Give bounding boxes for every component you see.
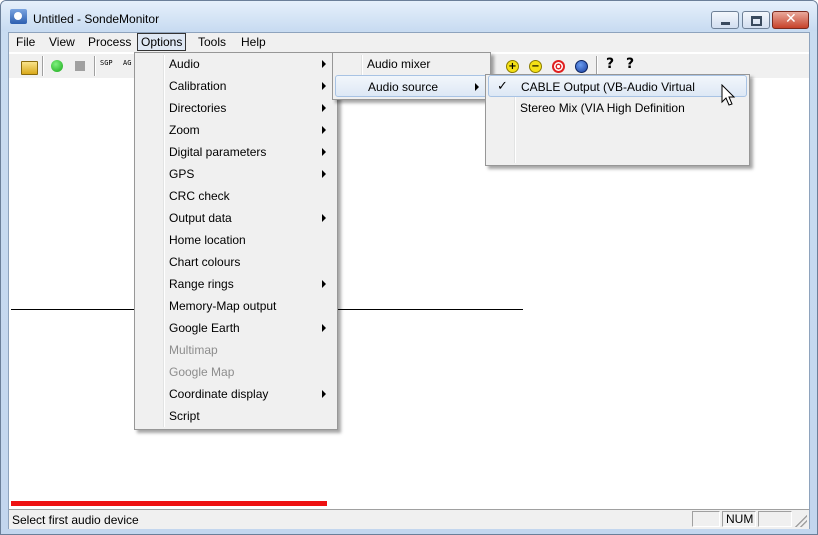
help-icon[interactable]: ? [606,56,622,72]
menu-view[interactable]: View [46,34,78,50]
options-menu: Audio Calibration Directories Zoom Digit… [134,52,338,430]
submenu-arrow-icon [322,148,326,156]
status-pane-caps [692,511,720,527]
menu-options[interactable]: Options [137,33,187,51]
signal-level-bar [11,501,327,506]
menu-item-label: Google Earth [169,321,240,335]
menu-help[interactable]: Help [238,34,269,50]
menu-item-directories[interactable]: Directories [137,97,335,119]
status-text: Select first audio device [12,513,139,527]
menu-item-label: Home location [169,233,246,247]
submenu-arrow-icon [322,390,326,398]
menu-item-label: CRC check [169,189,230,203]
open-folder-icon[interactable] [21,61,38,75]
submenu-arrow-icon [322,104,326,112]
close-icon: ✕ [785,11,797,27]
submenu-arrow-icon [322,280,326,288]
submenu-arrow-icon [322,324,326,332]
menu-item-label: Calibration [169,79,227,93]
resize-grip[interactable] [795,515,807,527]
menu-item-gps[interactable]: GPS [137,163,335,185]
menu-item-label: Multimap [169,343,218,357]
toolbar-separator [94,56,96,76]
menu-item-audio[interactable]: Audio [137,53,335,75]
submenu-arrow-icon [322,170,326,178]
submenu-arrow-icon [475,83,479,91]
menu-item-audio-source[interactable]: Audio source [335,75,488,97]
menu-item-label: Script [169,409,200,423]
menu-item-label: Directories [169,101,227,115]
menu-item-label: GPS [169,167,195,181]
menu-item-label: Stereo Mix (VIA High Definition [520,101,685,115]
app-icon[interactable] [10,9,27,24]
checkmark-icon: ✓ [497,79,508,94]
menu-item-memory-map-output[interactable]: Memory-Map output [137,295,335,317]
audio-submenu: Audio mixer Audio source [332,52,491,100]
status-bar: Select first audio device NUM [9,509,809,529]
menu-item-label: Range rings [169,277,234,291]
menu-item-coordinate-display[interactable]: Coordinate display [137,383,335,405]
toolbar-separator [596,56,598,76]
audio-source-submenu: ✓ CABLE Output (VB-Audio Virtual Stereo M… [485,74,750,166]
menu-file[interactable]: File [13,34,38,50]
context-help-icon[interactable]: ? [626,56,642,72]
zoom-in-icon[interactable]: + [506,60,519,73]
target-icon[interactable] [552,60,565,73]
sgp-icon[interactable]: SGP [100,59,118,75]
submenu-arrow-icon [322,126,326,134]
menu-item-label: CABLE Output (VB-Audio Virtual [521,80,695,94]
menu-item-label: Audio [169,57,200,71]
menu-item-google-map: Google Map [137,361,335,383]
submenu-arrow-icon [322,82,326,90]
menu-item-crc-check[interactable]: CRC check [137,185,335,207]
menu-item-label: Digital parameters [169,145,267,159]
start-icon[interactable] [51,60,63,72]
menu-item-label: Coordinate display [169,387,269,401]
status-pane-scroll [758,511,792,527]
menu-item-stereo-mix[interactable]: Stereo Mix (VIA High Definition [488,97,747,119]
title-bar[interactable]: Untitled - SondeMonitor ✕ [1,1,817,31]
zoom-out-icon[interactable]: − [529,60,542,73]
window-title: Untitled - SondeMonitor [33,12,160,26]
menu-item-chart-colours[interactable]: Chart colours [137,251,335,273]
menu-item-cable-output[interactable]: ✓ CABLE Output (VB-Audio Virtual [488,75,747,97]
menu-item-home-location[interactable]: Home location [137,229,335,251]
menu-tools[interactable]: Tools [195,34,229,50]
menu-item-output-data[interactable]: Output data [137,207,335,229]
stop-icon[interactable] [75,61,85,71]
menu-item-label: Zoom [169,123,200,137]
menu-item-range-rings[interactable]: Range rings [137,273,335,295]
menu-item-audio-mixer[interactable]: Audio mixer [335,53,488,75]
submenu-arrow-icon [322,60,326,68]
menu-item-label: Chart colours [169,255,241,269]
menu-item-label: Google Map [169,365,235,379]
minimize-button[interactable] [711,11,739,29]
menu-item-google-earth[interactable]: Google Earth [137,317,335,339]
menu-item-label: Memory-Map output [169,299,277,313]
status-pane-num: NUM [722,511,756,527]
toolbar-separator [42,56,44,76]
menu-item-zoom[interactable]: Zoom [137,119,335,141]
menu-item-calibration[interactable]: Calibration [137,75,335,97]
menu-item-multimap: Multimap [137,339,335,361]
menu-process[interactable]: Process [85,34,134,50]
menu-item-label: Audio mixer [367,57,431,71]
maximize-button[interactable] [742,11,770,29]
menu-item-label: Output data [169,211,232,225]
close-button[interactable]: ✕ [772,11,809,29]
menu-bar: File View Process Options Tools Help [9,33,809,52]
menu-item-digital-parameters[interactable]: Digital parameters [137,141,335,163]
menu-item-script[interactable]: Script [137,405,335,427]
compass-icon[interactable] [575,60,588,73]
submenu-arrow-icon [322,214,326,222]
menu-item-label: Audio source [368,80,439,94]
